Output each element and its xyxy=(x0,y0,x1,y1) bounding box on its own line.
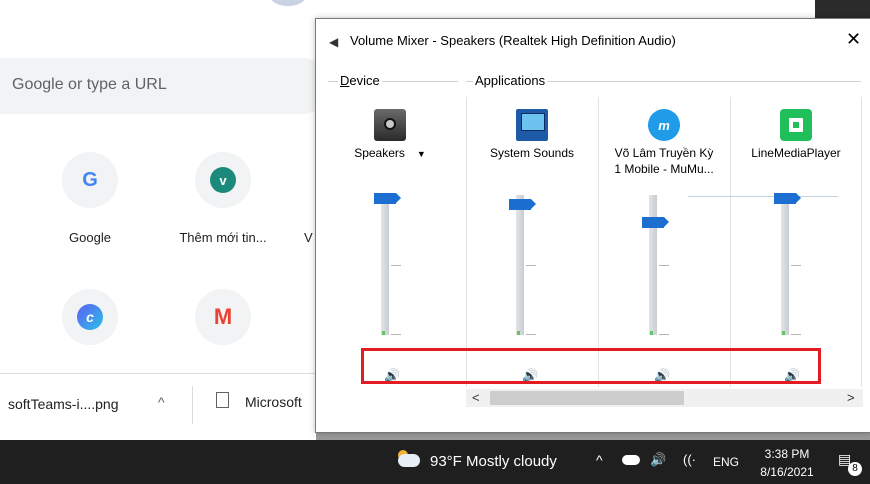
line-media-player-dot xyxy=(793,122,799,128)
peak-meter-level xyxy=(517,331,520,335)
download-item-label[interactable]: softTeams-i....png xyxy=(8,396,119,412)
chevron-up-icon[interactable]: ^ xyxy=(158,394,165,410)
volume-slider-thumb[interactable] xyxy=(509,198,536,210)
column-divider xyxy=(466,97,467,387)
system-sounds-icon xyxy=(516,109,548,141)
volume-icon[interactable]: 🔊 xyxy=(650,452,666,468)
shortcut-gmail[interactable]: M xyxy=(168,289,278,345)
close-button[interactable]: ✕ xyxy=(846,29,861,50)
slider-tick xyxy=(659,334,669,335)
peak-meter-level xyxy=(782,331,785,335)
notification-count-badge: 8 xyxy=(848,462,862,476)
shortcut-icon-bg: G xyxy=(62,152,118,208)
clock[interactable]: 3:38 PM 8/16/2021 xyxy=(757,445,817,481)
mumu-icon: m xyxy=(648,109,680,141)
slider-tick xyxy=(791,265,801,266)
scroll-left-arrow-icon[interactable]: < xyxy=(472,390,480,405)
weather-cloud-icon[interactable] xyxy=(398,454,420,467)
volume-slider-thumb[interactable] xyxy=(642,217,669,228)
shortcut-icon-bg: c xyxy=(62,289,118,345)
column-divider xyxy=(598,97,599,387)
volume-slider-thumb[interactable] xyxy=(374,193,401,205)
scroll-thumb[interactable] xyxy=(490,391,684,405)
clock-date: 8/16/2021 xyxy=(760,465,814,479)
shortcut-canva[interactable]: c xyxy=(35,289,145,345)
download-item-label[interactable]: Microsoft xyxy=(245,394,302,410)
language-indicator[interactable]: ENG xyxy=(713,455,739,469)
app-name: LineMediaPlayer xyxy=(751,146,841,160)
chevron-up-icon[interactable]: ^ xyxy=(596,452,603,468)
slider-tick xyxy=(526,265,536,266)
shortcut-them-moi-tin[interactable]: v Thêm mới tin... xyxy=(168,152,278,245)
slider-tick xyxy=(391,265,401,266)
slider-tick xyxy=(526,334,536,335)
volume-slider-track[interactable] xyxy=(781,195,789,335)
highlight-box xyxy=(361,348,821,384)
device-name: Speakers xyxy=(354,146,405,160)
v-letter-icon: v xyxy=(210,167,236,193)
volume-slider-track[interactable] xyxy=(649,195,657,335)
volume-slider-track[interactable] xyxy=(516,195,524,335)
slider-tick xyxy=(791,334,801,335)
line-media-player-icon xyxy=(780,109,812,141)
app-name-line2: 1 Mobile - MuMu... xyxy=(614,162,714,176)
peak-meter-level xyxy=(382,331,385,335)
volume-slider-thumb[interactable] xyxy=(774,193,801,205)
weather-text[interactable]: 93°F Mostly cloudy xyxy=(430,453,557,470)
window-title: Volume Mixer - Speakers (Realtek High De… xyxy=(350,33,676,48)
peak-meter-level xyxy=(650,331,653,335)
shortcut-label-partial: V xyxy=(304,230,313,245)
speaker-small-icon: ◀ xyxy=(329,35,339,49)
shortcut-label: Thêm mới tin... xyxy=(179,230,267,245)
divider xyxy=(192,386,193,424)
omnibox[interactable]: Google or type a URL xyxy=(0,58,330,114)
wifi-icon[interactable]: ((· xyxy=(683,452,696,467)
onedrive-icon[interactable] xyxy=(622,455,640,465)
canva-icon: c xyxy=(77,304,103,330)
line-media-player-glyph xyxy=(789,118,803,132)
shortcut-label: Google xyxy=(69,230,111,245)
horizontal-scrollbar[interactable]: < > xyxy=(466,389,863,407)
device-group-label-rest: evice xyxy=(349,73,380,88)
shortcut-icon-bg: v xyxy=(195,152,251,208)
omnibox-placeholder: Google or type a URL xyxy=(12,76,167,93)
document-icon xyxy=(216,392,229,408)
clock-time: 3:38 PM xyxy=(764,447,810,461)
scroll-right-arrow-icon[interactable]: > xyxy=(847,390,855,405)
app-name: System Sounds xyxy=(489,146,575,160)
taskbar: 93°F Mostly cloudy ^ 🔊 ((· ENG 3:38 PM 8… xyxy=(0,440,870,484)
slider-tick xyxy=(659,265,669,266)
download-shelf: softTeams-i....png ^ Microsoft xyxy=(0,373,330,436)
dropdown-arrow-icon[interactable]: ▼ xyxy=(417,149,426,159)
device-selector[interactable]: Speakers ▼ xyxy=(326,145,454,162)
volume-slider-track[interactable] xyxy=(381,195,389,335)
speaker-cone xyxy=(384,118,396,130)
google-icon: G xyxy=(82,168,98,191)
system-sounds-screen xyxy=(521,113,545,131)
applications-group-label: Applications xyxy=(473,73,548,88)
device-level-line xyxy=(688,196,838,197)
app-name-line1: Võ Lâm Truyền Kỳ xyxy=(614,146,714,160)
speaker-icon xyxy=(374,109,406,141)
slider-tick xyxy=(391,334,401,335)
device-group-label: Device xyxy=(338,73,382,88)
volume-mixer-window: ◀ Volume Mixer - Speakers (Realtek High … xyxy=(315,18,870,433)
shortcut-icon-bg: M xyxy=(195,289,251,345)
gmail-icon: M xyxy=(213,304,233,329)
column-divider xyxy=(730,97,731,387)
shortcut-google[interactable]: G Google xyxy=(35,152,145,245)
title-bar[interactable]: ◀ Volume Mixer - Speakers (Realtek High … xyxy=(316,19,870,61)
column-divider xyxy=(861,97,862,387)
profile-avatar-partial[interactable] xyxy=(270,0,306,6)
app-name: Võ Lâm Truyền Kỳ 1 Mobile - MuMu... xyxy=(600,145,728,177)
